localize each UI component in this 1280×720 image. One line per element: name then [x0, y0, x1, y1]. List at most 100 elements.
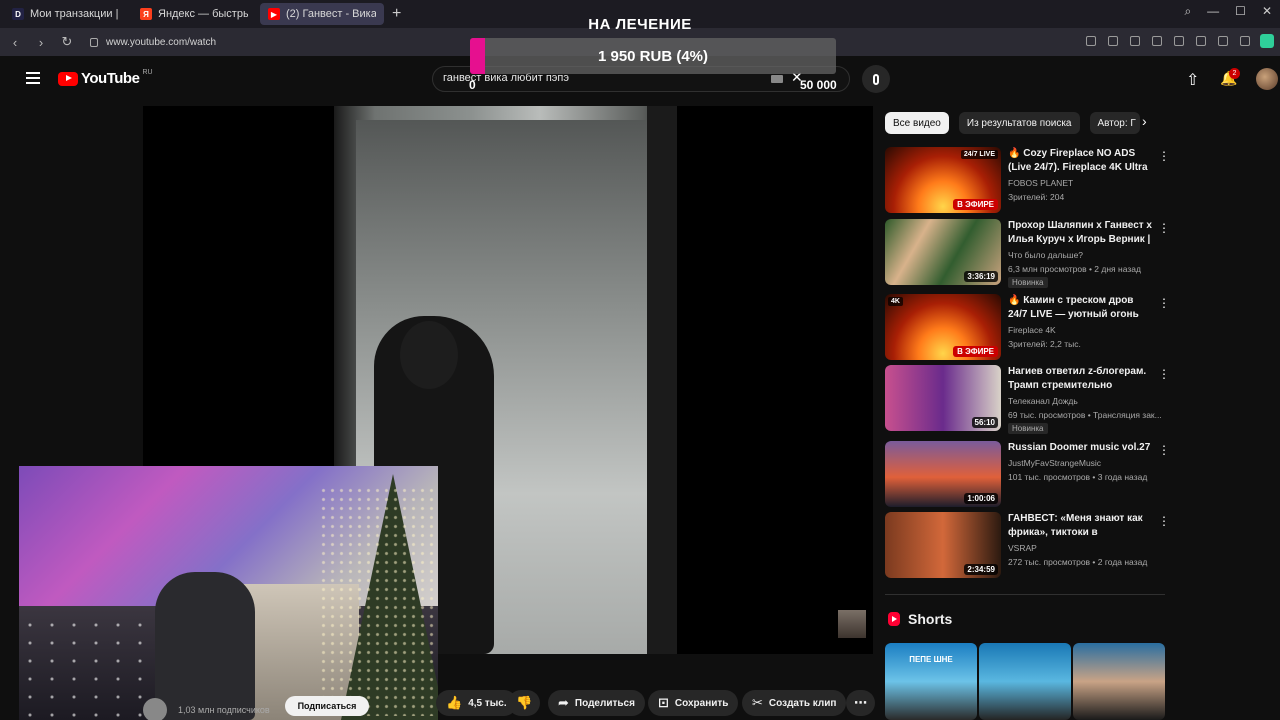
webcam-tree-lights: [319, 486, 438, 716]
thumbnail-tag: 24/7 LIVE: [960, 150, 998, 159]
channel-name[interactable]: Телеканал Дождь: [1008, 396, 1078, 406]
thumbs-up-icon: 👍: [446, 695, 463, 710]
video-thumbnail[interactable]: 4K В ЭФИРЕ: [885, 294, 1001, 360]
heart-icon[interactable]: [1174, 36, 1184, 46]
subscribe-button[interactable]: Подписаться: [285, 696, 369, 716]
extension-icon[interactable]: [1260, 34, 1274, 48]
video-meta: Зрителей: 204: [1008, 192, 1065, 202]
channel-name[interactable]: Fireplace 4K: [1008, 325, 1056, 335]
back-arrow-icon[interactable]: ‹: [4, 35, 26, 50]
forward-arrow-icon[interactable]: ›: [30, 35, 52, 50]
video-meta: 272 тыс. просмотров • 2 года назад: [1008, 557, 1148, 567]
save-label: Сохранить: [674, 697, 729, 709]
video-meta: 69 тыс. просмотров • Трансляция зак...: [1008, 410, 1162, 420]
channel-avatar[interactable]: [143, 698, 167, 720]
more-vert-icon[interactable]: ⋮: [1158, 296, 1170, 310]
webcam-overlay: [19, 466, 438, 720]
recommendation-item[interactable]: 24/7 LIVE В ЭФИРЕ 🔥 Cozy Fireplace NO AD…: [885, 147, 1170, 213]
video-figure-head: [400, 321, 458, 389]
play-icon[interactable]: [1152, 36, 1162, 46]
upload-icon[interactable]: ⇧: [1186, 70, 1199, 90]
share-arrow-icon: ➦: [558, 695, 569, 710]
recommendation-item[interactable]: 3:36:19 Прохор Шаляпин х Ганвест х Илья …: [885, 219, 1170, 288]
youtube-play-icon: [58, 71, 78, 86]
channel-name[interactable]: JustMyFavStrangeMusic: [1008, 458, 1101, 468]
short-thumbnail[interactable]: [1073, 643, 1165, 720]
more-actions-button[interactable]: ⋯: [846, 690, 875, 716]
duration-badge: 1:00:06: [964, 493, 998, 504]
live-badge: В ЭФИРЕ: [953, 346, 998, 357]
browser-toolbar-icons: [1086, 36, 1250, 46]
more-vert-icon[interactable]: ⋮: [1158, 443, 1170, 457]
short-thumbnail[interactable]: ПЕПЕ ШНЕ: [885, 643, 977, 720]
share-label: Поделиться: [574, 697, 635, 709]
scissors-icon: ✂: [752, 695, 763, 710]
account-avatar[interactable]: [1256, 68, 1278, 90]
recommendation-item[interactable]: 2:34:59 ГАНВЕСТ: «Меня знают как фрика»,…: [885, 512, 1170, 578]
channel-name[interactable]: VSRAP: [1008, 543, 1037, 553]
dislike-button[interactable]: 👎: [508, 690, 541, 716]
duration-badge: 56:10: [971, 417, 998, 428]
shorts-logo-icon: [888, 612, 900, 626]
donation-progress-bar: 1 950 RUB (4%): [470, 38, 836, 74]
profile-icon[interactable]: [1240, 36, 1250, 46]
download-icon[interactable]: [1196, 36, 1206, 46]
video-title[interactable]: Прохор Шаляпин х Ганвест х Илья Куруч х …: [1008, 219, 1154, 247]
shield-icon[interactable]: [1130, 36, 1140, 46]
thumbs-down-icon: 👎: [516, 695, 533, 710]
donation-amount: 1 950 RUB (4%): [597, 47, 709, 65]
video-thumbnail[interactable]: 56:10: [885, 365, 1001, 431]
share-button[interactable]: ➦ Поделиться: [548, 690, 645, 716]
video-thumbnail[interactable]: 3:36:19: [885, 219, 1001, 285]
more-vert-icon[interactable]: ⋮: [1158, 367, 1170, 381]
channel-name[interactable]: FOBOS PLANET: [1008, 178, 1073, 188]
new-badge: Новинка: [1008, 277, 1048, 288]
reload-icon[interactable]: ↻: [56, 34, 78, 50]
chip-by-author[interactable]: Автор: Г: [1089, 112, 1140, 134]
create-clip-button[interactable]: ✂ Создать клип: [742, 690, 847, 716]
video-meta: 101 тыс. просмотров • 3 года назад: [1008, 472, 1148, 482]
more-horizontal-icon: ⋯: [854, 695, 867, 710]
recommendation-item[interactable]: 56:10 Нагиев ответил z-блогерам. Трамп с…: [885, 365, 1170, 434]
video-title[interactable]: 🔥 Cozy Fireplace NO ADS (Live 24/7). Fir…: [1008, 147, 1154, 175]
notifications-badge: 2: [1229, 68, 1240, 79]
video-title[interactable]: Russian Doomer music vol.27: [1008, 441, 1154, 455]
end-card-thumbnail[interactable]: [838, 610, 866, 638]
hamburger-menu-icon[interactable]: [26, 72, 40, 84]
youtube-wordmark: YouTube: [81, 70, 140, 87]
region-code: RU: [142, 69, 153, 76]
microphone-icon: [873, 73, 879, 85]
keyboard-icon[interactable]: [771, 75, 783, 83]
duration-badge: 3:36:19: [964, 271, 998, 282]
video-title[interactable]: ГАНВЕСТ: «Меня знают как фрика», тиктоки…: [1008, 512, 1154, 540]
save-button[interactable]: ⊡ Сохранить: [648, 690, 739, 716]
short-thumbnail[interactable]: [979, 643, 1071, 720]
url-field[interactable]: www.youtube.com/watch: [90, 37, 216, 48]
video-title[interactable]: Нагиев ответил z-блогерам. Трамп стремит…: [1008, 365, 1154, 393]
channel-name[interactable]: Что было дальше?: [1008, 250, 1083, 260]
video-thumbnail[interactable]: 2:34:59: [885, 512, 1001, 578]
chip-all-videos[interactable]: Все видео: [885, 112, 949, 134]
more-vert-icon[interactable]: ⋮: [1158, 514, 1170, 528]
thumbnail-tag: 4K: [888, 297, 903, 306]
like-button[interactable]: 👍 4,5 тыс.: [436, 690, 517, 716]
recommendation-item[interactable]: 1:00:06 Russian Doomer music vol.27 Just…: [885, 441, 1170, 507]
video-thumbnail[interactable]: 24/7 LIVE В ЭФИРЕ: [885, 147, 1001, 213]
more-vert-icon[interactable]: ⋮: [1158, 149, 1170, 163]
filter-chips: Все видео Из результатов поиска Автор: Г: [885, 112, 1140, 134]
chevron-right-icon[interactable]: ›: [1142, 113, 1147, 129]
youtube-logo[interactable]: YouTube RU: [58, 69, 153, 87]
video-thumbnail[interactable]: 1:00:06: [885, 441, 1001, 507]
donation-goal-title: НА ЛЕЧЕНИЕ: [588, 16, 692, 33]
voice-search-button[interactable]: [862, 65, 890, 93]
edit-icon[interactable]: [1086, 36, 1096, 46]
menu-icon[interactable]: [1218, 36, 1228, 46]
chip-from-search[interactable]: Из результатов поиска: [958, 112, 1080, 134]
live-badge: В ЭФИРЕ: [953, 199, 998, 210]
video-title[interactable]: 🔥 Камин с треском дров 24/7 LIVE — уютны…: [1008, 294, 1154, 322]
video-wall-shadow: [647, 106, 677, 654]
recommendation-item[interactable]: 4K В ЭФИРЕ 🔥 Камин с треском дров 24/7 L…: [885, 294, 1170, 360]
sidebar-divider: [885, 594, 1165, 595]
screenshot-icon[interactable]: [1108, 36, 1118, 46]
more-vert-icon[interactable]: ⋮: [1158, 221, 1170, 235]
